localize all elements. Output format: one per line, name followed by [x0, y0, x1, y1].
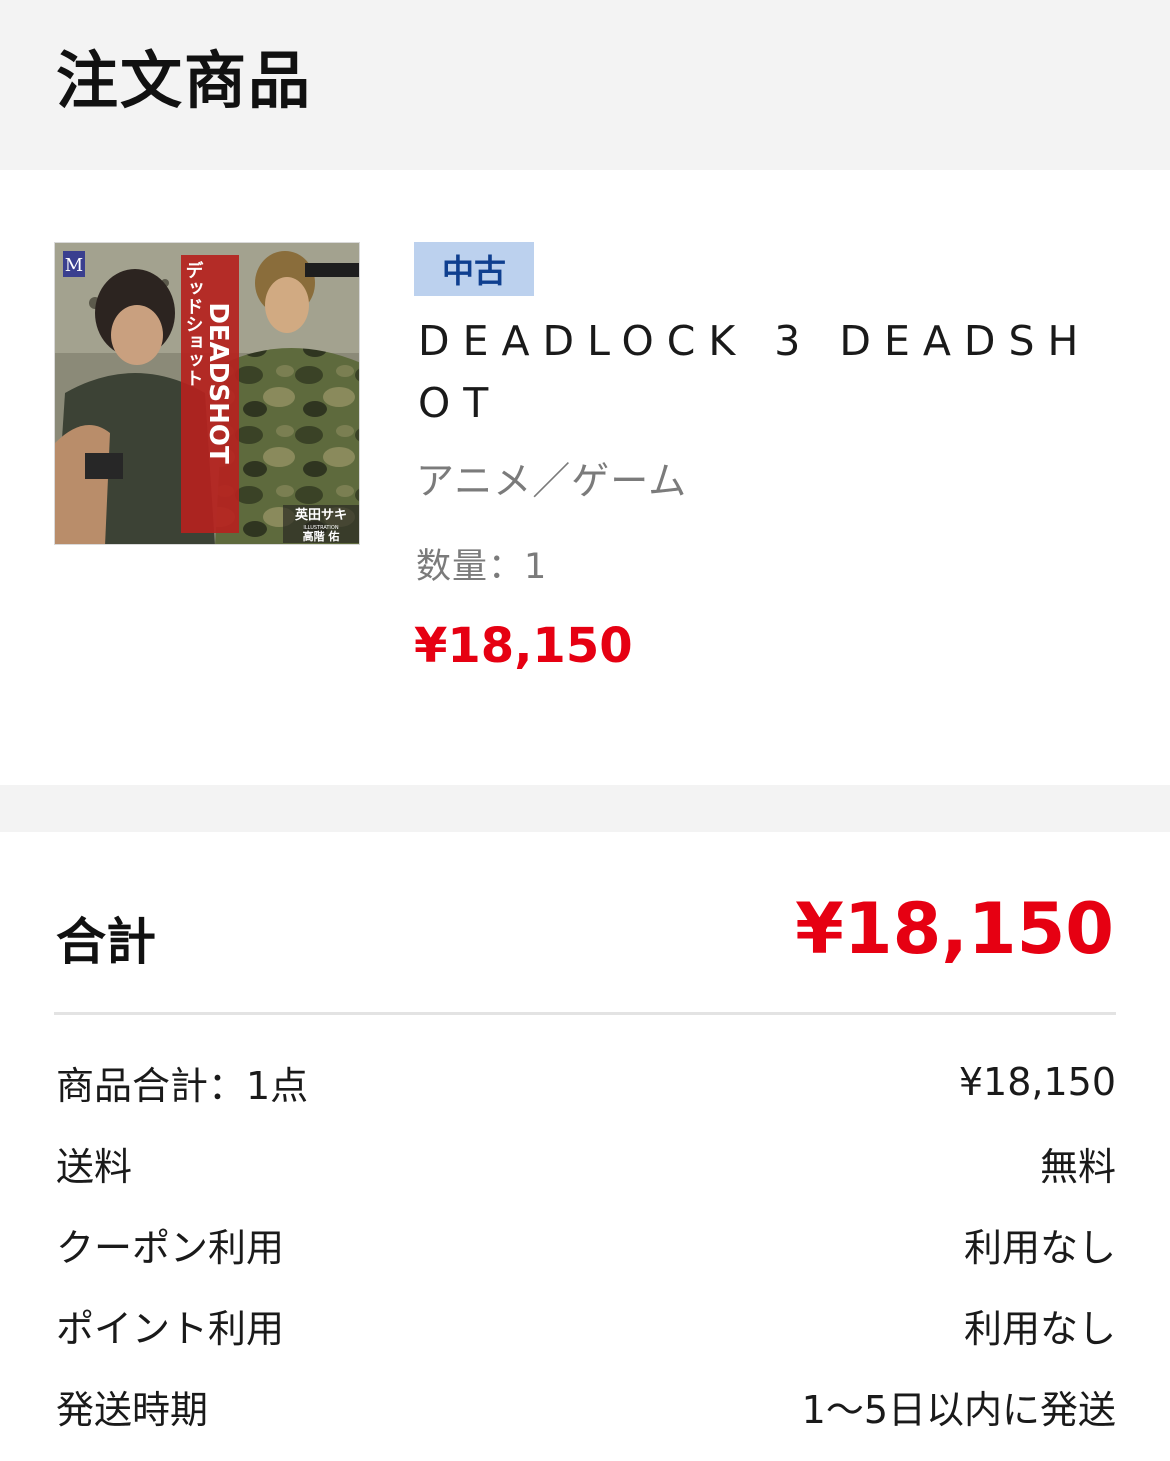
product-category: アニメ／ゲーム [416, 459, 688, 503]
cover-art: DEADSHOT デッドショット M 英田サキ ILLUSTRATION 高階 … [55, 243, 359, 544]
product-price: ¥18,150 [414, 618, 633, 674]
product-card[interactable]: DEADSHOT デッドショット M 英田サキ ILLUSTRATION 高階 … [0, 170, 1170, 785]
publisher-mark: M [65, 255, 83, 276]
cover-japanese-title: デッドショット [183, 260, 204, 387]
summary-row-value: 無料 [1039, 1144, 1116, 1189]
summary-row-subtotal: 商品合計：1点 ¥18,150 [56, 1052, 1116, 1112]
summary-row-value: 1〜5日以内に発送 [801, 1387, 1116, 1432]
product-quantity: 数量：1 [416, 547, 548, 587]
total-value: ¥18,150 [795, 888, 1114, 970]
summary-row-value: 利用なし [963, 1306, 1116, 1351]
summary-row-label: クーポン利用 [56, 1225, 285, 1270]
cover-illustrator: 高階 佑 [303, 529, 340, 543]
summary-row-value: ¥18,150 [958, 1060, 1116, 1104]
section-divider [0, 785, 1170, 832]
summary-row-label: ポイント利用 [56, 1306, 285, 1351]
cover-logo-text: DEADSHOT [203, 302, 233, 464]
summary-row-label: 発送時期 [56, 1387, 209, 1432]
summary-row-label: 送料 [56, 1144, 133, 1189]
summary-row-points: ポイント利用 利用なし [56, 1295, 1116, 1355]
total-label: 合計 [56, 913, 156, 971]
product-cover-image[interactable]: DEADSHOT デッドショット M 英田サキ ILLUSTRATION 高階 … [54, 242, 360, 545]
condition-badge: 中古 [414, 242, 534, 296]
header: 注文商品 [0, 0, 1170, 170]
cover-author: 英田サキ [294, 507, 347, 523]
summary-row-shipping: 送料 無料 [56, 1133, 1116, 1193]
summary-row-value: 利用なし [963, 1225, 1116, 1270]
summary-row-coupon: クーポン利用 利用なし [56, 1214, 1116, 1274]
product-title[interactable]: DEADLOCK 3 DEADSHOT [418, 310, 1118, 434]
summary-rule [54, 1012, 1116, 1015]
summary-row-ship-time: 発送時期 1〜5日以内に発送 [56, 1376, 1116, 1436]
order-items-page: 注文商品 DEADSHOT デッドショット M 英田サキ ILLUSTRATIO… [0, 0, 1170, 1461]
page-title: 注文商品 [56, 44, 313, 117]
summary-row-label: 商品合計：1点 [56, 1063, 309, 1108]
order-summary: 合計 ¥18,150 商品合計：1点 ¥18,150 送料 無料 クーポン利用 … [0, 832, 1170, 1461]
